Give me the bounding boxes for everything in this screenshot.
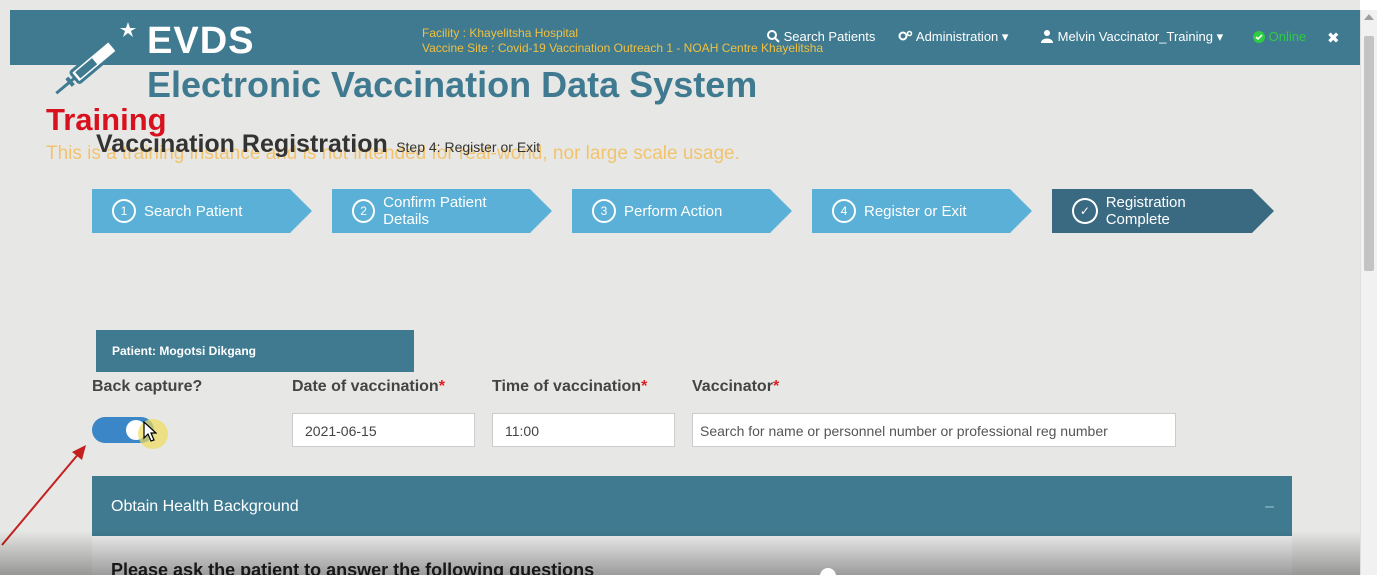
time-of-vaccination-input[interactable]: 11:00 — [492, 413, 675, 447]
scroll-up-arrow-icon[interactable] — [1364, 14, 1374, 20]
vaccinator-placeholder: Search for name or personnel number or p… — [700, 423, 1108, 439]
facility-line: Facility : Khayelitsha Hospital — [422, 26, 579, 40]
required-mark: * — [641, 378, 648, 395]
check-circle-icon: ✓ — [1072, 198, 1098, 224]
date-of-vaccination-input[interactable]: 2021-06-15 — [292, 413, 475, 447]
online-status: Online — [1253, 29, 1306, 44]
top-navbar: EVDS Facility : Khayelitsha Hospital Vac… — [10, 10, 1360, 65]
step-number: 2 — [352, 199, 376, 223]
step-search-patient[interactable]: 1 Search Patient — [92, 189, 290, 233]
step-register-or-exit[interactable]: 4 Register or Exit — [812, 189, 1010, 233]
user-name-label: Melvin Vaccinator_Training — [1057, 29, 1213, 44]
patient-name-panel: Patient: Mogotsi Dikgang — [96, 330, 414, 372]
time-label-text: Time of vaccination — [492, 378, 642, 395]
administration-menu[interactable]: Administration ▾ — [898, 29, 1008, 45]
step-label: Registration Complete — [1105, 194, 1186, 228]
fullscreen-icon[interactable]: ✖ — [1327, 29, 1340, 47]
step-number: 4 — [832, 199, 856, 223]
syringe-logo-icon — [55, 22, 136, 95]
training-label: Training — [46, 102, 167, 137]
vaccinator-search-input[interactable]: Search for name or personnel number or p… — [692, 413, 1176, 447]
system-title: Electronic Vaccination Data System — [147, 64, 758, 105]
step-label: Perform Action — [624, 202, 723, 220]
step-chevron — [530, 189, 552, 233]
scrollbar-thumb[interactable] — [1364, 36, 1374, 271]
back-capture-text: Back capture? — [92, 378, 203, 395]
step-chevron — [770, 189, 792, 233]
facility-info: Facility : Khayelitsha Hospital Vaccine … — [422, 26, 823, 56]
search-patients-link[interactable]: Search Patients — [767, 29, 875, 44]
time-of-vaccination-label: Time of vaccination* — [492, 378, 647, 396]
step-number: 3 — [592, 199, 616, 223]
vaccinator-label-text: Vaccinator — [692, 378, 773, 395]
caret-down-icon: ▾ — [1001, 29, 1009, 44]
back-capture-label: Back capture? — [92, 378, 202, 396]
user-menu[interactable]: Melvin Vaccinator_Training ▾ — [1040, 29, 1223, 45]
required-mark: * — [438, 378, 445, 395]
cogs-icon — [898, 30, 913, 41]
health-background-panel-header[interactable]: Obtain Health Background – — [92, 476, 1292, 536]
step-label: Confirm Patient Details — [383, 194, 487, 228]
app-viewport: EVDS Facility : Khayelitsha Hospital Vac… — [0, 0, 1360, 575]
step-chevron — [1252, 189, 1274, 233]
caret-down-icon: ▾ — [1216, 29, 1224, 44]
vertical-scrollbar[interactable] — [1360, 10, 1377, 575]
online-label: Online — [1268, 29, 1307, 44]
step-confirm-patient-details[interactable]: 2 Confirm Patient Details — [332, 189, 530, 233]
date-of-vaccination-label: Date of vaccination* — [292, 378, 445, 396]
step-perform-action[interactable]: 3 Perform Action — [572, 189, 770, 233]
check-circle-icon — [1253, 31, 1265, 43]
search-icon — [767, 30, 780, 43]
vaccine-site-line: Vaccine Site : Covid-19 Vaccination Outr… — [422, 41, 824, 55]
date-label-text: Date of vaccination — [292, 378, 439, 395]
health-instruction: Please ask the patient to answer the fol… — [111, 560, 595, 575]
step-label: Register or Exit — [864, 202, 967, 220]
step-number: 1 — [112, 199, 136, 223]
time-value: 11:00 — [505, 423, 539, 439]
brand-title[interactable]: EVDS — [147, 20, 254, 63]
red-annotation-arrow — [1, 445, 86, 546]
step-chevron — [1010, 189, 1032, 233]
user-md-icon — [1041, 30, 1053, 43]
vaccinator-label: Vaccinator* — [692, 378, 779, 396]
step-label: Search Patient — [144, 202, 243, 220]
mouse-cursor-icon — [143, 421, 157, 442]
collapse-icon[interactable]: – — [1265, 498, 1274, 516]
health-background-title: Obtain Health Background — [111, 498, 299, 515]
search-patients-label: Search Patients — [783, 29, 876, 44]
step-registration-complete[interactable]: ✓ Registration Complete — [1052, 189, 1252, 233]
page-subtitle: Step 4: Register or Exit — [396, 139, 541, 155]
administration-label: Administration — [915, 29, 999, 44]
patient-name: Patient: Mogotsi Dikgang — [112, 344, 256, 358]
step-chevron — [290, 189, 312, 233]
required-mark: * — [772, 378, 780, 395]
date-value: 2021-06-15 — [305, 423, 377, 439]
